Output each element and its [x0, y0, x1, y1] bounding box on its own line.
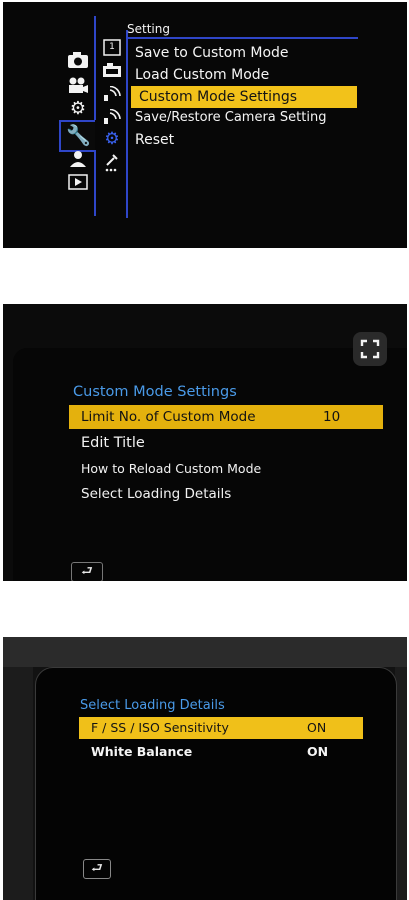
menu-item-label: F / SS / ISO Sensitivity [91, 720, 229, 735]
wrench-dots-icon[interactable] [102, 154, 122, 175]
video-icon[interactable] [66, 76, 90, 98]
gear-icon[interactable]: ⚙ [66, 100, 90, 118]
menu-item-how-to-reload-custom-mode[interactable]: How to Reload Custom Mode [81, 461, 261, 476]
camera-body [3, 667, 33, 900]
menu-item-value: ON [307, 744, 329, 759]
select-loading-details-screen: Select Loading Details F / SS / ISO Sens… [3, 637, 407, 900]
wrench-icon: 🔧 [66, 123, 91, 147]
back-icon[interactable]: ⮐ [83, 859, 111, 879]
menu-item-value: 10 [323, 409, 341, 425]
wireless-icon[interactable] [102, 85, 122, 105]
camera-body [3, 637, 407, 667]
menu-item-label: Custom Mode Settings [139, 89, 298, 105]
gear-icon[interactable]: ⚙ [102, 131, 122, 148]
menu-border [126, 30, 128, 218]
camera-icon[interactable] [102, 62, 122, 81]
tab-setting[interactable]: 🔧 [59, 120, 95, 152]
menu-item-label: Limit No. of Custom Mode [81, 409, 256, 425]
menu-section-title: Setting [127, 22, 170, 36]
menu-title-underline [126, 37, 358, 39]
menu-item-select-loading-details[interactable]: Select Loading Details [81, 486, 231, 502]
menu-item-value: ON [307, 720, 327, 735]
custom-mode-icon[interactable]: 1 [102, 38, 122, 59]
expand-icon[interactable] [353, 332, 387, 366]
menu-item-limit-no-of-custom-mode[interactable]: Limit No. of Custom Mode 10 [69, 405, 383, 429]
menu-border [94, 16, 96, 120]
menu-item-save-to-custom-mode[interactable]: Save to Custom Mode [135, 45, 289, 61]
person-icon[interactable] [66, 150, 90, 172]
menu-item-custom-mode-settings[interactable]: Custom Mode Settings [131, 86, 357, 108]
custom-mode-settings-screen: Custom Mode Settings Limit No. of Custom… [3, 304, 407, 581]
back-icon[interactable]: ⮐ [71, 562, 103, 581]
svg-text:1: 1 [109, 42, 115, 52]
menu-item-reset[interactable]: Reset [135, 132, 174, 148]
menu-item-f-ss-iso-sensitivity[interactable]: F / SS / ISO Sensitivity ON [79, 717, 363, 739]
camera-icon[interactable] [66, 51, 90, 73]
playback-icon[interactable] [66, 174, 90, 194]
menu-item-load-custom-mode[interactable]: Load Custom Mode [135, 67, 269, 83]
wireless-icon[interactable] [102, 108, 122, 128]
menu-item-white-balance[interactable]: White Balance [91, 744, 192, 759]
menu-item-edit-title[interactable]: Edit Title [81, 435, 145, 451]
menu-item-save-restore-camera-setting[interactable]: Save/Restore Camera Setting [135, 110, 326, 125]
menu-border [94, 150, 96, 216]
setting-menu-screen: ⚙ 🔧 1 ⚙ Setting Save to Custom Mode Load… [3, 2, 407, 248]
page-title: Custom Mode Settings [73, 384, 237, 400]
page-title: Select Loading Details [80, 698, 225, 713]
